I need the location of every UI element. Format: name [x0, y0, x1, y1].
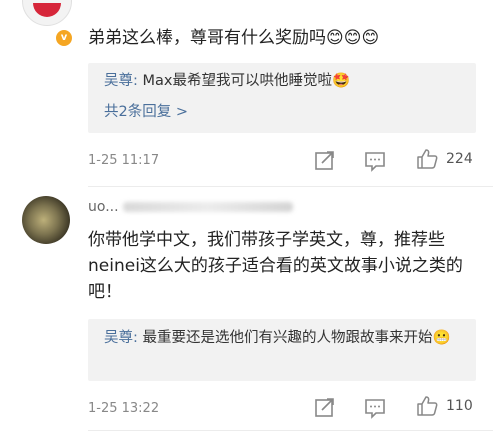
comment-time: 1-25 11:17 [88, 153, 160, 168]
comment-text: 弟弟这么棒，尊哥有什么奖励吗😊😊😊 [88, 25, 478, 51]
verified-badge-icon: v [54, 28, 74, 48]
share-icon[interactable] [314, 149, 336, 171]
commenter-avatar[interactable] [22, 0, 72, 26]
reply-box[interactable]: 吴尊: Max最希望我可以哄他睡觉啦🤩 共2条回复 > [88, 63, 476, 133]
reply-author[interactable]: 吴尊: [104, 330, 138, 346]
comment-divider [88, 186, 493, 187]
reply-text: Max最希望我可以哄他睡觉啦🤩 [137, 73, 351, 89]
more-replies-link[interactable]: 共2条回复 > [88, 93, 476, 121]
username-text: uo... [88, 199, 119, 215]
reply-author[interactable]: 吴尊: [104, 73, 138, 89]
like-count: 224 [446, 151, 473, 167]
comment-icon[interactable] [364, 150, 386, 172]
comment-time: 1-25 13:22 [88, 401, 160, 416]
comment-text: 你带他学中文，我们带孩子学英文，尊，推荐些neinei这么大的孩子适合看的英文故… [88, 227, 473, 305]
comment-body: 弟弟这么棒，尊哥有什么奖励吗😊😊😊 [88, 28, 380, 48]
like-count: 110 [446, 398, 473, 414]
reply-text: 最重要还是选他们有兴趣的人物跟故事来开始😬 [137, 330, 451, 346]
like-thumb-icon[interactable] [416, 148, 438, 170]
reply-box[interactable]: 吴尊: 最重要还是选他们有兴趣的人物跟故事来开始😬 [88, 319, 476, 381]
like-thumb-icon[interactable] [416, 395, 438, 417]
comment-icon[interactable] [364, 397, 386, 419]
commenter-username[interactable]: uo... [88, 199, 293, 215]
comment-divider [88, 430, 493, 431]
comment-body: 你带他学中文，我们带孩子学英文，尊，推荐些neinei这么大的孩子适合看的英文故… [88, 230, 463, 302]
share-icon[interactable] [314, 396, 336, 418]
commenter-avatar[interactable] [22, 196, 70, 244]
